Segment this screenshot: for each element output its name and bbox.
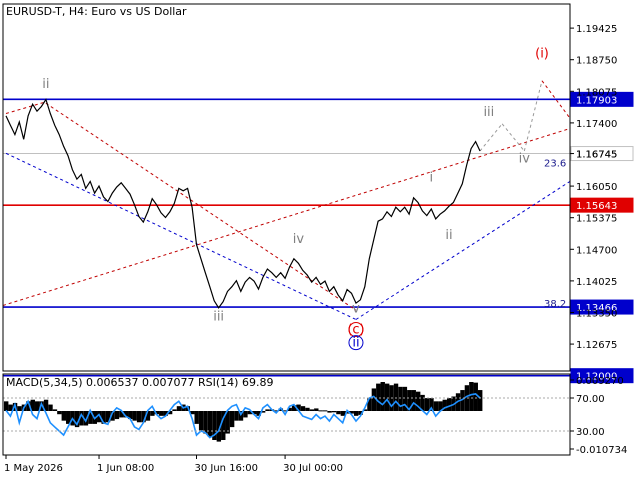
- macd-bar: [61, 411, 66, 421]
- macd-bar: [318, 410, 323, 412]
- time-tick-label: 1 Jun 08:00: [97, 463, 154, 474]
- macd-bar: [176, 406, 182, 411]
- macd-bar: [198, 411, 204, 431]
- wave-label: ii: [445, 228, 452, 243]
- chart-canvas: 1.179031.167451.156431.134661.1200023.63…: [0, 0, 640, 480]
- price-tick-label: 1.15375: [576, 214, 617, 225]
- macd-bar: [446, 398, 452, 411]
- chart-background: [0, 0, 640, 480]
- macd-bar: [207, 411, 213, 437]
- macd-bar: [371, 388, 377, 411]
- macd-bar: [336, 411, 341, 415]
- price-tick-label: 1.16050: [576, 182, 617, 193]
- macd-bar: [57, 411, 62, 415]
- macd-bar: [353, 411, 359, 416]
- macd-bar: [331, 411, 337, 413]
- indicator-tick-label: 70.00: [576, 394, 605, 405]
- macd-bar: [35, 401, 40, 411]
- wave-label: iv: [293, 232, 305, 247]
- macd-bar: [4, 401, 9, 411]
- fib-level-label: 38.2: [544, 299, 566, 310]
- wave-label: ii: [352, 336, 359, 351]
- macd-bar: [48, 404, 53, 411]
- macd-bar: [380, 382, 385, 411]
- time-tick-label: 1 May 2026: [4, 463, 63, 474]
- indicator-label: MACD(5,34,5) 0.006537 0.007077 RSI(14) 6…: [6, 376, 273, 389]
- wave-label: (i): [535, 46, 549, 61]
- price-tick-label: 1.18750: [576, 56, 617, 67]
- time-tick-label: 30 Jun 16:00: [194, 463, 258, 474]
- price-tick-label: 1.13350: [576, 308, 617, 319]
- macd-bar: [376, 383, 381, 411]
- chart-title: EURUSD-T, H4: Euro vs US Dollar: [6, 5, 187, 18]
- fib-level-label: 23.6: [544, 159, 566, 170]
- macd-bar: [478, 390, 483, 411]
- price-tick-label: 1.19425: [576, 24, 617, 35]
- macd-bar: [384, 383, 390, 411]
- macd-bar: [194, 411, 199, 424]
- macd-bar: [469, 382, 474, 411]
- price-tick-label: 1.14700: [576, 245, 617, 256]
- macd-bar: [52, 409, 58, 411]
- price-tick-label: 1.18075: [576, 87, 617, 98]
- price-tag-label: 1.15643: [576, 201, 617, 212]
- macd-bar: [473, 382, 478, 411]
- macd-bar: [411, 390, 416, 411]
- macd-bar: [305, 407, 310, 411]
- wave-label: iii: [213, 309, 224, 324]
- macd-bar: [136, 411, 142, 423]
- macd-bar: [114, 411, 120, 420]
- wave-label: iii: [483, 105, 494, 120]
- indicator-tick-label: 0.009270: [576, 376, 624, 387]
- wave-label: ii: [42, 77, 49, 92]
- macd-bar: [265, 409, 270, 411]
- macd-bar: [314, 408, 319, 411]
- indicator-tick-label: 30.00: [576, 427, 605, 438]
- macd-bar: [300, 406, 306, 411]
- macd-bar: [17, 406, 22, 411]
- price-tick-label: 1.14025: [576, 277, 617, 288]
- macd-bar: [243, 411, 248, 418]
- price-tick-label: 1.12675: [576, 340, 617, 351]
- macd-bar: [203, 411, 208, 434]
- indicator-tick-label: -0.010734: [576, 445, 627, 456]
- macd-bar: [159, 411, 164, 416]
- wave-label: i: [429, 170, 433, 185]
- macd-bar: [172, 409, 177, 411]
- macd-bar: [327, 411, 332, 413]
- macd-bar: [393, 383, 399, 411]
- price-tick-label: 1.17400: [576, 119, 617, 130]
- macd-bar: [309, 409, 315, 411]
- macd-bar: [424, 398, 430, 411]
- macd-bar: [322, 410, 328, 412]
- wave-label: iv: [519, 152, 531, 167]
- wave-label: v: [352, 301, 360, 316]
- macd-bar: [132, 411, 137, 421]
- macd-bar: [229, 411, 235, 428]
- time-tick-label: 30 Jul 00:00: [283, 463, 343, 474]
- macd-bar: [340, 411, 346, 416]
- macd-bar: [150, 411, 155, 416]
- macd-bar: [234, 411, 239, 421]
- price-tick-label: 1.16745: [576, 150, 617, 161]
- macd-bar: [433, 401, 439, 411]
- macd-bar: [398, 386, 403, 411]
